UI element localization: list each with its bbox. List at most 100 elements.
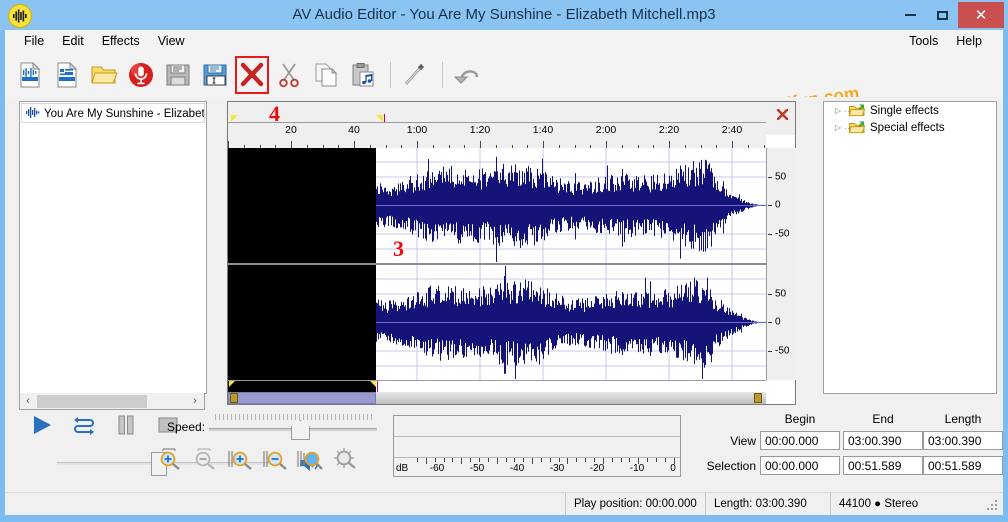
folder-add-icon <box>849 121 865 134</box>
selection-end-field[interactable]: 00:51.589 <box>843 456 923 475</box>
status-play-position: Play position: 00:00.000 <box>565 493 705 515</box>
scroll-grip-right[interactable] <box>754 393 762 403</box>
waveform-hscrollbar[interactable] <box>228 392 766 404</box>
ruler-label: 1:40 <box>533 124 553 136</box>
waveform-canvas[interactable]: 3 <box>228 148 766 380</box>
selection-background <box>228 265 376 380</box>
view-end-field[interactable]: 03:00.390 <box>843 431 923 450</box>
copy-icon[interactable] <box>309 56 343 94</box>
speed-ticks <box>215 414 373 422</box>
zoom-out-button[interactable] <box>192 446 218 472</box>
status-length: Length: 03:00.390 <box>705 493 830 515</box>
waveform-scroll-thumb[interactable] <box>228 392 376 404</box>
row-label-view: View <box>705 434 756 448</box>
ruler-label: 20 <box>285 124 297 136</box>
db-label: -30 <box>550 463 564 474</box>
zoom-full-button[interactable] <box>332 446 358 472</box>
paste-icon[interactable] <box>346 56 380 94</box>
waveform-editor[interactable]: 4 20 40 1:00 1:20 1:40 2:00 2:20 2:40 <box>227 101 796 405</box>
transport-controls: Speed: <box>19 412 379 482</box>
menu-edit[interactable]: Edit <box>53 32 93 50</box>
play-button[interactable] <box>27 412 57 438</box>
time-ruler[interactable]: 20 40 1:00 1:20 1:40 2:00 2:20 2:40 <box>228 122 766 149</box>
open-recent-icon[interactable] <box>50 56 84 94</box>
list-item[interactable]: You Are My Sunshine - Elizabet <box>21 103 205 123</box>
title-bar: AV Audio Editor - You Are My Sunshine - … <box>0 0 1008 30</box>
selection-end-handle[interactable] <box>376 115 383 122</box>
menu-tools[interactable]: Tools <box>900 32 947 50</box>
annotation-marker-3: 3 <box>393 236 404 262</box>
chevron-right-icon[interactable]: ▷ <box>832 123 844 132</box>
effects-tree-panel[interactable]: ▷ ·· Single effects ▷ ·· <box>823 101 997 394</box>
loop-button[interactable] <box>69 412 99 438</box>
db-label: -50 <box>470 463 484 474</box>
file-list-panel[interactable]: You Are My Sunshine - Elizabet <box>19 101 207 394</box>
scroll-thumb[interactable] <box>37 395 147 408</box>
scroll-left-arrow[interactable]: ‹ <box>20 394 36 409</box>
new-file-icon[interactable] <box>13 56 47 94</box>
resize-grip-icon[interactable] <box>987 500 999 512</box>
waveform-channel-right[interactable] <box>228 265 766 380</box>
amplitude-label: -50 <box>775 346 789 357</box>
close-button[interactable]: ✕ <box>958 2 1004 28</box>
db-label: -60 <box>430 463 444 474</box>
column-header-end: End <box>838 412 928 426</box>
record-icon[interactable] <box>124 56 158 94</box>
chevron-right-icon[interactable]: ▷ <box>832 106 844 115</box>
undo-icon[interactable] <box>450 56 484 94</box>
speed-thumb[interactable] <box>291 420 310 440</box>
zoom-selection-out-button[interactable] <box>262 446 288 472</box>
menu-file[interactable]: File <box>15 32 53 50</box>
selection-start-handle[interactable] <box>231 115 238 122</box>
scroll-right-arrow[interactable]: › <box>187 394 203 409</box>
selection-length-field[interactable]: 00:51.589 <box>923 456 1003 475</box>
amplitude-label: 0 <box>775 200 781 211</box>
row-label-selection: Selection <box>705 459 756 473</box>
editor-close-icon[interactable] <box>771 104 793 124</box>
menu-view[interactable]: View <box>149 32 194 50</box>
ruler-label: 2:00 <box>596 124 616 136</box>
overview-start-handle[interactable] <box>229 381 235 387</box>
column-header-length: Length <box>918 412 1008 426</box>
view-begin-field[interactable]: 00:00.000 <box>760 431 840 450</box>
tree-item-single-effects[interactable]: ▷ ·· Single effects <box>824 102 996 119</box>
ruler-label: 2:20 <box>659 124 679 136</box>
magic-wand-icon[interactable] <box>398 56 432 94</box>
open-folder-icon[interactable] <box>87 56 121 94</box>
scroll-grip-left[interactable] <box>230 393 238 403</box>
menu-bar: File Edit Effects View Tools Help <box>5 30 1003 52</box>
tree-item-special-effects[interactable]: ▷ ·· Special effects <box>824 119 996 136</box>
menu-effects[interactable]: Effects <box>93 32 149 50</box>
waveform-icon <box>26 107 40 121</box>
zoom-to-selection-button[interactable] <box>297 446 323 472</box>
cut-icon[interactable] <box>272 56 306 94</box>
overview-end-handle[interactable] <box>370 381 376 387</box>
av-audio-editor-window: AV Audio Editor - You Are My Sunshine - … <box>0 0 1008 522</box>
amplitude-scale: 50 0 -50 50 0 -50 <box>766 148 796 380</box>
db-label: -10 <box>630 463 644 474</box>
minimize-button[interactable] <box>894 3 926 27</box>
db-label: -40 <box>510 463 524 474</box>
folder-add-icon <box>849 104 865 117</box>
delete-icon[interactable] <box>235 56 269 94</box>
selection-background <box>228 148 376 263</box>
maximize-button[interactable] <box>926 3 958 27</box>
status-bar: Play position: 00:00.000 Length: 03:00.3… <box>5 492 1003 515</box>
speed-control[interactable]: Speed: <box>167 414 377 442</box>
menu-right-group: Tools Help <box>900 30 991 52</box>
tree-item-label: Special effects <box>870 122 945 134</box>
menu-help[interactable]: Help <box>947 32 991 50</box>
db-meter-channel-left <box>394 416 680 437</box>
amplitude-label: -50 <box>775 229 789 240</box>
pause-button[interactable] <box>111 412 141 438</box>
save-as-icon[interactable] <box>198 56 232 94</box>
zoom-in-button[interactable] <box>157 446 183 472</box>
zoom-controls <box>157 446 358 472</box>
selection-begin-field[interactable]: 00:00.000 <box>760 456 840 475</box>
db-label: 0 <box>670 463 676 474</box>
save-icon[interactable] <box>161 56 195 94</box>
waveform-channel-left[interactable] <box>228 148 766 263</box>
zoom-selection-in-button[interactable] <box>227 446 253 472</box>
view-length-field[interactable]: 03:00.390 <box>923 431 1003 450</box>
file-list-scrollbar[interactable]: ‹ › <box>19 393 205 410</box>
